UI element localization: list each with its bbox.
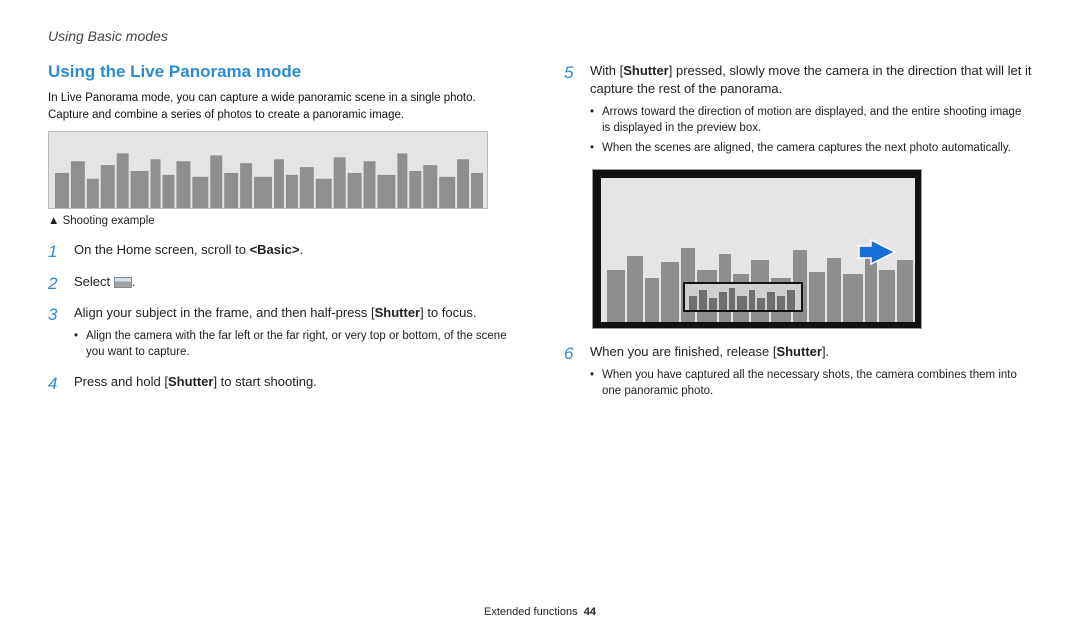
step-number: 1	[48, 241, 64, 262]
step-sublist: When you have captured all the necessary…	[590, 367, 1032, 399]
page-header: Using Basic modes	[48, 28, 1032, 44]
step-number: 3	[48, 304, 64, 363]
sub-item: When the scenes are aligned, the camera …	[590, 140, 1032, 156]
step-text: When you are finished, release [Shutter]…	[590, 343, 1032, 402]
sub-item: Align the camera with the far left or th…	[74, 328, 516, 360]
intro-text: In Live Panorama mode, you can capture a…	[48, 90, 516, 123]
panorama-mode-icon	[114, 277, 132, 288]
page-body: Using the Live Panorama mode In Live Pan…	[48, 62, 1032, 412]
step-sublist: Arrows toward the direction of motion ar…	[590, 104, 1032, 155]
page-number: 44	[584, 606, 596, 618]
step-number: 5	[564, 62, 580, 159]
camera-preview-illustration	[592, 169, 922, 329]
step-text: Align your subject in the frame, and the…	[74, 304, 516, 363]
section-title: Using the Live Panorama mode	[48, 62, 516, 82]
step-text: Press and hold [Shutter] to start shooti…	[74, 373, 317, 394]
preview-svg	[593, 170, 922, 329]
step-3: 3 Align your subject in the frame, and t…	[48, 304, 516, 363]
footer-section: Extended functions	[484, 606, 578, 618]
left-column: Using the Live Panorama mode In Live Pan…	[48, 62, 516, 412]
step-6: 6 When you are finished, release [Shutte…	[564, 343, 1032, 402]
step-4: 4 Press and hold [Shutter] to start shoo…	[48, 373, 516, 394]
step-5: 5 With [Shutter] pressed, slowly move th…	[564, 62, 1032, 159]
illustration-caption: Shooting example	[48, 215, 516, 227]
step-1: 1 On the Home screen, scroll to <Basic>.	[48, 241, 516, 262]
step-text: On the Home screen, scroll to <Basic>.	[74, 241, 303, 262]
step-number: 6	[564, 343, 580, 402]
steps-left: 1 On the Home screen, scroll to <Basic>.…	[48, 241, 516, 394]
steps-right-2: 6 When you are finished, release [Shutte…	[564, 343, 1032, 402]
step-number: 4	[48, 373, 64, 394]
step-2: 2 Select .	[48, 273, 516, 294]
step-sublist: Align the camera with the far left or th…	[74, 328, 516, 360]
step-text: Select .	[74, 273, 135, 294]
sub-item: When you have captured all the necessary…	[590, 367, 1032, 399]
page-footer: Extended functions 44	[0, 606, 1080, 618]
manual-page: Using Basic modes Using the Live Panoram…	[0, 0, 1080, 630]
right-column: 5 With [Shutter] pressed, slowly move th…	[564, 62, 1032, 412]
sub-item: Arrows toward the direction of motion ar…	[590, 104, 1032, 136]
panorama-illustration	[48, 131, 488, 209]
step-number: 2	[48, 273, 64, 294]
steps-right: 5 With [Shutter] pressed, slowly move th…	[564, 62, 1032, 159]
step-text: With [Shutter] pressed, slowly move the …	[590, 62, 1032, 159]
